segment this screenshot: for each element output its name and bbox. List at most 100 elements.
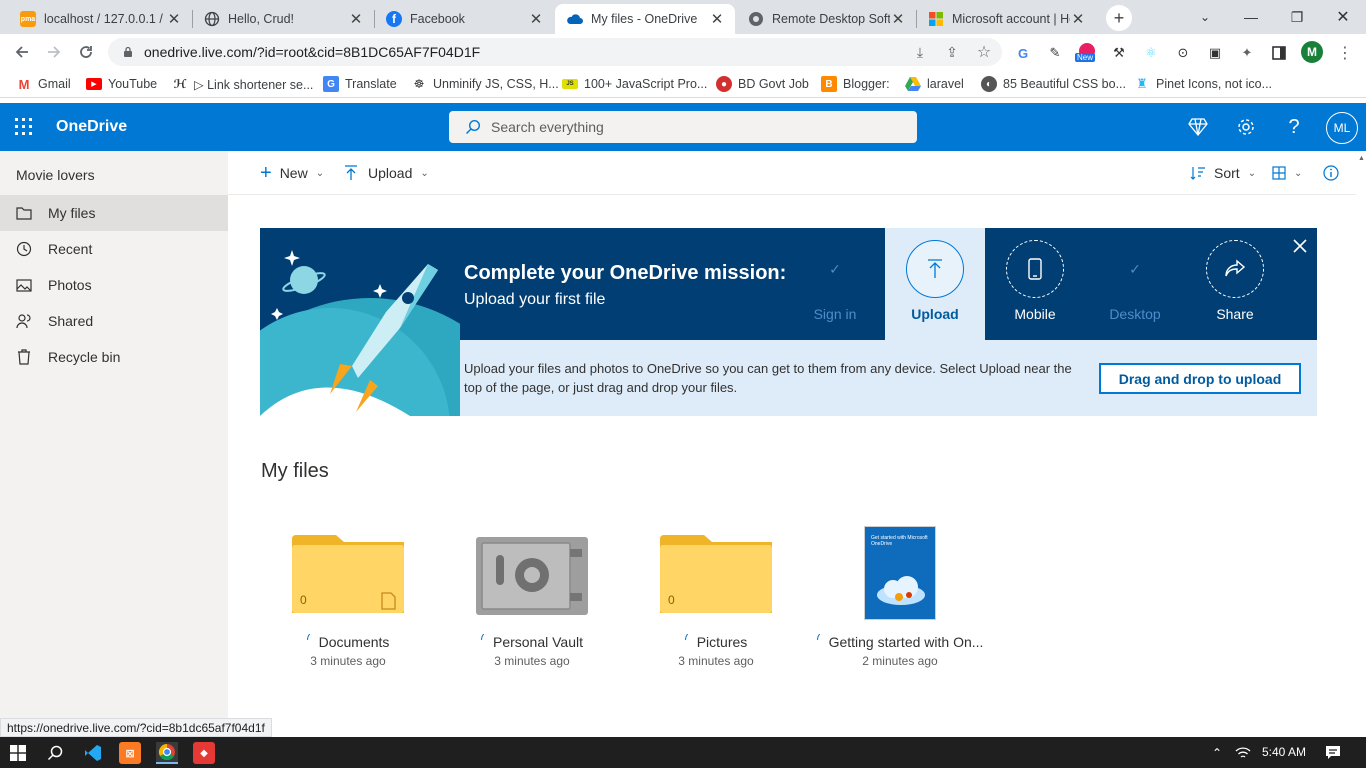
windows-start-icon[interactable]: [7, 742, 29, 764]
bookmark-item[interactable]: M Gmail: [16, 75, 71, 93]
close-tab-icon[interactable]: ✕: [166, 10, 182, 28]
upload-button[interactable]: Upload ⌄: [344, 163, 429, 183]
link-shortener-icon: ℋ: [173, 77, 187, 91]
folder-icon: [660, 535, 772, 613]
rocket-illustration: [260, 250, 460, 416]
arrow-left-icon: [15, 46, 28, 58]
browser-toolbar: onedrive.live.com/?id=root&cid=8B1DC65AF…: [0, 34, 1366, 70]
wifi-icon[interactable]: [1232, 742, 1254, 764]
close-tab-icon[interactable]: ✕: [709, 10, 725, 28]
xampp-icon[interactable]: ⊠: [119, 742, 141, 764]
facebook-icon: f: [386, 11, 402, 27]
close-tab-icon[interactable]: ✕: [890, 10, 906, 28]
browser-tab[interactable]: f Facebook ✕: [374, 4, 554, 34]
account-avatar[interactable]: ML: [1326, 112, 1358, 144]
chrome-menu-icon[interactable]: ⋮: [1335, 43, 1355, 63]
forward-button[interactable]: [38, 34, 70, 70]
taskbar-search-icon[interactable]: [44, 742, 66, 764]
vscode-icon[interactable]: [82, 742, 104, 764]
browser-tab[interactable]: Microsoft account | Ho ✕: [916, 4, 1096, 34]
extension-icon[interactable]: ▣: [1205, 43, 1225, 63]
chrome-taskbar-icon[interactable]: [156, 742, 178, 764]
bookmark-star-icon[interactable]: ☆: [976, 44, 992, 61]
close-tab-icon[interactable]: ✕: [348, 10, 364, 28]
bookmark-item[interactable]: ℋ ▷ Link shortener se...: [172, 75, 314, 93]
minimize-button[interactable]: —: [1228, 0, 1274, 34]
step-desktop[interactable]: ✓ Desktop: [1085, 228, 1185, 340]
bookmark-item[interactable]: ☸ Unminify JS, CSS, H...: [411, 75, 559, 93]
anydesk-icon[interactable]: ◆: [193, 742, 215, 764]
file-tile-pictures[interactable]: 0 Pictures 3 minutes ago: [626, 520, 806, 680]
nav-item-recent[interactable]: Recent: [0, 231, 228, 267]
notifications-icon[interactable]: [1322, 742, 1344, 764]
app-launcher-icon[interactable]: [14, 117, 34, 137]
share-icon[interactable]: ⇪: [944, 44, 960, 60]
extension-icon[interactable]: ⊙: [1173, 43, 1193, 63]
help-icon[interactable]: ?: [1282, 115, 1306, 139]
mission-banner: Complete your OneDrive mission: Upload y…: [260, 228, 1317, 416]
shared-icon: [16, 313, 32, 329]
close-window-button[interactable]: ✕: [1320, 0, 1366, 34]
show-hidden-icons-chevron-up-icon[interactable]: ⌃: [1206, 742, 1228, 764]
chevron-down-icon: ⌄: [315, 167, 325, 179]
color-picker-extension-icon[interactable]: ✎: [1045, 43, 1065, 63]
banner-title: Complete your OneDrive mission:: [464, 262, 787, 284]
bookmarks-bar: M Gmail ▶ YouTube ℋ ▷ Link shortener se... …: [0, 70, 1366, 98]
restore-button[interactable]: ❐: [1274, 0, 1320, 34]
settings-gear-icon[interactable]: [1234, 115, 1258, 139]
bookmark-item[interactable]: JS 100+ JavaScript Pro...: [562, 75, 707, 93]
left-navigation: Movie lovers My files Recent Photos Shar…: [0, 151, 228, 737]
bookmark-item[interactable]: ♜ Pinet Icons, not ico...: [1134, 75, 1272, 93]
new-button[interactable]: + New ⌄: [260, 163, 324, 183]
puzzle-icon[interactable]: ✦: [1237, 43, 1257, 63]
bookmark-item[interactable]: ▶ YouTube: [86, 75, 157, 93]
tab-search-icon[interactable]: ⌄: [1182, 0, 1228, 34]
side-panel-icon[interactable]: [1269, 43, 1289, 63]
step-upload[interactable]: Upload: [885, 228, 985, 340]
close-tab-icon[interactable]: ✕: [1070, 10, 1086, 28]
install-app-icon[interactable]: ⤓: [912, 44, 928, 60]
step-sign-in[interactable]: ✓ Sign in: [785, 228, 885, 340]
browser-tab[interactable]: Remote Desktop Softw ✕: [736, 4, 916, 34]
bookmark-item[interactable]: ◐ 85 Beautiful CSS bo...: [981, 75, 1126, 93]
new-tab-button[interactable]: +: [1106, 5, 1132, 31]
premium-diamond-icon[interactable]: [1186, 115, 1210, 139]
step-mobile[interactable]: Mobile: [985, 228, 1085, 340]
sort-button[interactable]: Sort ⌄: [1190, 163, 1256, 183]
bookmark-item[interactable]: ● BD Govt Job: [716, 75, 809, 93]
bookmark-item[interactable]: G Translate: [323, 75, 397, 93]
search-box[interactable]: Search everything: [449, 111, 917, 143]
file-tile-getting-started[interactable]: Get started with Microsoft OneDrive Gett…: [810, 520, 990, 680]
nav-item-my-files[interactable]: My files: [0, 195, 228, 231]
new-extension-icon[interactable]: New: [1075, 41, 1097, 62]
file-tile-documents[interactable]: 0 Documents 3 minutes ago: [258, 520, 438, 680]
nav-item-photos[interactable]: Photos: [0, 267, 228, 303]
chevron-down-icon: ⌄: [1247, 167, 1257, 179]
reload-button[interactable]: [70, 34, 102, 70]
bookmark-item[interactable]: B Blogger:: [821, 75, 890, 93]
browser-tab[interactable]: Hello, Crud! ✕: [192, 4, 374, 34]
taskbar-clock[interactable]: 5:40 AM: [1262, 745, 1306, 759]
bookmark-item[interactable]: laravel: [905, 75, 964, 93]
app-title[interactable]: OneDrive: [56, 118, 127, 136]
extension-icon[interactable]: ⚒: [1109, 43, 1129, 63]
address-bar[interactable]: onedrive.live.com/?id=root&cid=8B1DC65AF…: [108, 38, 1002, 66]
details-pane-button[interactable]: [1323, 163, 1339, 183]
nav-item-recycle-bin[interactable]: Recycle bin: [0, 339, 228, 375]
browser-tab[interactable]: pma localhost / 127.0.0.1 / ✕: [8, 4, 192, 34]
view-options-button[interactable]: ⌄: [1272, 163, 1302, 183]
react-devtools-icon[interactable]: ⚛: [1141, 43, 1161, 63]
close-tab-icon[interactable]: ✕: [528, 10, 544, 28]
step-share[interactable]: Share: [1185, 228, 1285, 340]
back-button[interactable]: [6, 34, 38, 70]
file-tile-personal-vault[interactable]: Personal Vault 3 minutes ago: [442, 520, 622, 680]
scrollbar[interactable]: ▲: [1356, 151, 1366, 737]
translate-extension-icon[interactable]: G: [1013, 43, 1033, 63]
profile-avatar[interactable]: M: [1301, 41, 1323, 63]
close-banner-icon[interactable]: [1290, 236, 1310, 256]
browser-tab-active[interactable]: My files - OneDrive ✕: [555, 4, 735, 34]
document-thumbnail: Get started with Microsoft OneDrive: [864, 526, 936, 620]
check-icon: ✓: [829, 260, 841, 277]
drag-and-drop-button[interactable]: Drag and drop to upload: [1099, 363, 1301, 394]
nav-item-shared[interactable]: Shared: [0, 303, 228, 339]
